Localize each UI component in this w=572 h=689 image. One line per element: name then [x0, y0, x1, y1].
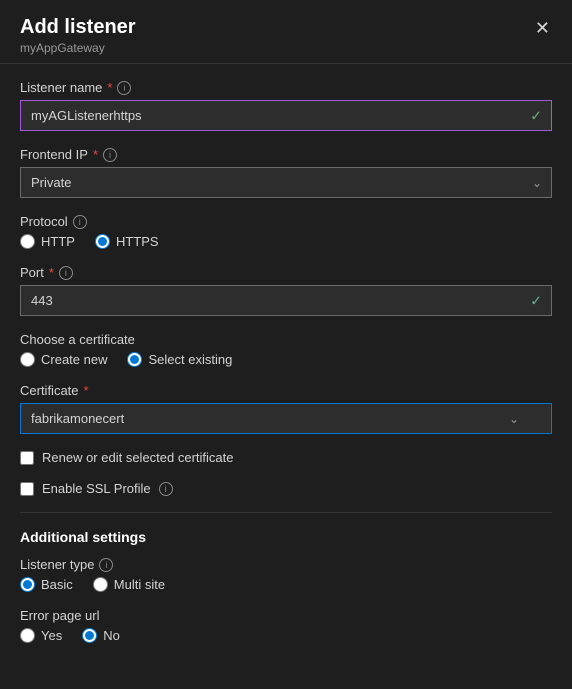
- create-new-option[interactable]: Create new: [20, 352, 107, 367]
- certificate-group: Certificate * fabrikamonecert ⌄: [20, 383, 552, 434]
- required-indicator: *: [84, 383, 89, 398]
- port-label: Port * i: [20, 265, 552, 280]
- choose-certificate-label: Choose a certificate: [20, 332, 552, 347]
- frontend-ip-label: Frontend IP * i: [20, 147, 552, 162]
- protocol-http-radio[interactable]: [20, 234, 35, 249]
- renew-cert-group: Renew or edit selected certificate: [20, 450, 552, 465]
- create-new-radio[interactable]: [20, 352, 35, 367]
- required-indicator: *: [93, 147, 98, 162]
- add-listener-panel: Add listener myAppGateway ✕ Listener nam…: [0, 0, 572, 689]
- close-button[interactable]: ✕: [529, 16, 556, 41]
- certificate-chevron-icon: ⌄: [509, 412, 519, 426]
- listener-name-checkmark-icon: ✓: [530, 107, 542, 124]
- panel-body: Listener name * i ✓ Frontend IP * i Priv…: [0, 64, 572, 675]
- certificate-select-wrapper: fabrikamonecert ⌄: [20, 403, 552, 434]
- frontend-ip-select[interactable]: Private Public: [20, 167, 552, 198]
- error-page-url-group: Error page url Yes No: [20, 608, 552, 643]
- error-page-yes-option[interactable]: Yes: [20, 628, 62, 643]
- protocol-https-radio[interactable]: [95, 234, 110, 249]
- protocol-label: Protocol i: [20, 214, 552, 229]
- listener-type-label: Listener type i: [20, 557, 552, 572]
- ssl-profile-group: Enable SSL Profile i: [20, 481, 552, 496]
- frontend-ip-group: Frontend IP * i Private Public ⌄: [20, 147, 552, 198]
- listener-type-info-icon[interactable]: i: [99, 558, 113, 572]
- certificate-type-radio-group: Create new Select existing: [20, 352, 552, 367]
- ssl-profile-checkbox[interactable]: [20, 482, 34, 496]
- required-indicator: *: [107, 80, 112, 95]
- listener-type-group: Listener type i Basic Multi site: [20, 557, 552, 592]
- listener-name-label: Listener name * i: [20, 80, 552, 95]
- certificate-value: fabrikamonecert: [31, 411, 124, 426]
- listener-type-basic-radio[interactable]: [20, 577, 35, 592]
- error-page-url-label: Error page url: [20, 608, 552, 623]
- error-page-no-radio[interactable]: [82, 628, 97, 643]
- additional-settings-title: Additional settings: [20, 529, 552, 545]
- renew-cert-checkbox-label[interactable]: Renew or edit selected certificate: [20, 450, 552, 465]
- certificate-label: Certificate *: [20, 383, 552, 398]
- listener-type-radio-group: Basic Multi site: [20, 577, 552, 592]
- protocol-info-icon[interactable]: i: [73, 215, 87, 229]
- port-select-wrapper: 443 80 8080 ✓: [20, 285, 552, 316]
- port-group: Port * i 443 80 8080 ✓: [20, 265, 552, 316]
- error-page-no-option[interactable]: No: [82, 628, 120, 643]
- port-select[interactable]: 443 80 8080: [20, 285, 552, 316]
- error-page-url-radio-group: Yes No: [20, 628, 552, 643]
- panel-header: Add listener myAppGateway ✕: [0, 0, 572, 64]
- listener-name-info-icon[interactable]: i: [117, 81, 131, 95]
- protocol-https-option[interactable]: HTTPS: [95, 234, 159, 249]
- frontend-ip-select-wrapper: Private Public ⌄: [20, 167, 552, 198]
- panel-title: Add listener: [20, 16, 552, 39]
- frontend-ip-info-icon[interactable]: i: [103, 148, 117, 162]
- listener-type-multisite-radio[interactable]: [93, 577, 108, 592]
- ssl-profile-info-icon[interactable]: i: [159, 482, 173, 496]
- select-existing-option[interactable]: Select existing: [127, 352, 232, 367]
- protocol-group: Protocol i HTTP HTTPS: [20, 214, 552, 249]
- ssl-profile-checkbox-label[interactable]: Enable SSL Profile i: [20, 481, 552, 496]
- certificate-select-box[interactable]: fabrikamonecert ⌄: [20, 403, 552, 434]
- listener-type-multisite-option[interactable]: Multi site: [93, 577, 165, 592]
- listener-name-input[interactable]: [20, 100, 552, 131]
- protocol-radio-group: HTTP HTTPS: [20, 234, 552, 249]
- choose-certificate-group: Choose a certificate Create new Select e…: [20, 332, 552, 367]
- listener-name-wrapper: ✓: [20, 100, 552, 131]
- additional-settings-section: Additional settings Listener type i Basi…: [20, 529, 552, 643]
- protocol-http-option[interactable]: HTTP: [20, 234, 75, 249]
- panel-subtitle: myAppGateway: [20, 41, 552, 55]
- error-page-yes-radio[interactable]: [20, 628, 35, 643]
- renew-cert-checkbox[interactable]: [20, 451, 34, 465]
- listener-name-group: Listener name * i ✓: [20, 80, 552, 131]
- port-info-icon[interactable]: i: [59, 266, 73, 280]
- section-divider: [20, 512, 552, 513]
- listener-type-basic-option[interactable]: Basic: [20, 577, 73, 592]
- required-indicator: *: [49, 265, 54, 280]
- select-existing-radio[interactable]: [127, 352, 142, 367]
